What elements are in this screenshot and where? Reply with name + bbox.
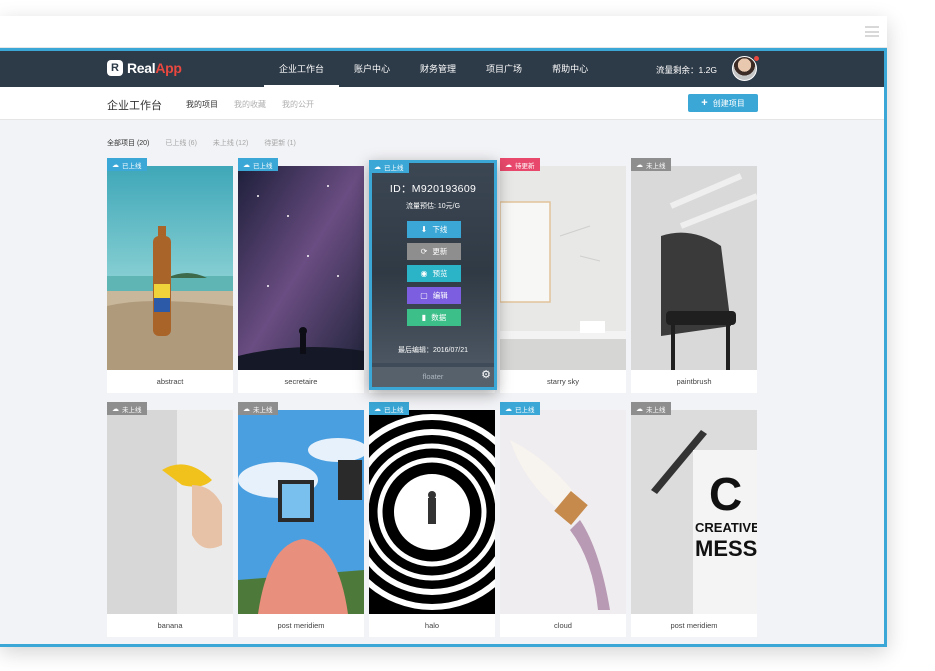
plus-icon: +: [701, 97, 708, 109]
card-caption: halo: [424, 621, 440, 630]
status-badge: ☁ 已上线: [369, 402, 409, 415]
edit-icon: ▢: [420, 291, 428, 300]
cloud-upload-icon: ☁: [636, 405, 643, 413]
status-badge: ☁ 未上线: [631, 402, 671, 415]
cloud-upload-icon: ☁: [505, 161, 512, 169]
project-hover-panel[interactable]: ☁ 已上线 ID：M920193609 流量预估: 10元/G ⬇ 下线 ⟳ 更新 ◉…: [369, 160, 497, 390]
project-card[interactable]: ☁ 未上线 paintbrush: [631, 158, 757, 393]
cloud-upload-icon: ☁: [636, 161, 643, 169]
project-card[interactable]: ☁ 未上线 post meridiem: [238, 402, 364, 637]
status-badge: ☁ 已上线: [107, 158, 147, 171]
logo-text: RealApp: [127, 60, 182, 76]
svg-text:MESS: MESS: [695, 536, 757, 561]
project-thumbnail: [238, 166, 364, 370]
card-caption: post meridiem: [670, 621, 718, 630]
status-badge: ☁ 未上线: [238, 402, 278, 415]
cloud-upload-icon: ☁: [243, 405, 250, 413]
project-id: ID：M920193609: [389, 183, 477, 195]
card-caption: paintbrush: [676, 377, 712, 386]
filter-all[interactable]: 全部项目 (20): [107, 138, 149, 148]
hamburger-menu-icon[interactable]: [865, 26, 879, 37]
filter-online[interactable]: 已上线 (6): [165, 138, 197, 148]
outer-title-strip: [0, 16, 887, 48]
project-card[interactable]: ☁ 未上线 C CREATIVE MESS post meridiem: [631, 402, 757, 637]
data-button[interactable]: ▮ 数据: [407, 309, 461, 326]
nav-item-plaza[interactable]: 项目广场: [471, 51, 537, 87]
card-caption: secretaire: [284, 377, 318, 386]
project-thumbnail: [631, 166, 757, 370]
project-thumbnail: [107, 410, 233, 614]
tab-my-favorites[interactable]: 我的收藏: [234, 99, 266, 110]
nav-item-help[interactable]: 帮助中心: [537, 51, 603, 87]
project-tabs: 我的项目 我的收藏 我的公开: [186, 99, 314, 110]
project-card[interactable]: ☁ 已上线 abstract: [107, 158, 233, 393]
logo-mark-icon: R: [107, 60, 123, 76]
nav-item-finance[interactable]: 财务管理: [405, 51, 471, 87]
preview-button[interactable]: ◉ 预览: [407, 265, 461, 282]
chart-icon: ▮: [421, 313, 427, 322]
app-frame: R RealApp 企业工作台 账户中心 财务管理 项目广场 帮助中心 流量剩余…: [0, 48, 887, 647]
project-thumbnail: [500, 410, 626, 614]
logo[interactable]: R RealApp: [107, 60, 182, 76]
nav-item-account[interactable]: 账户中心: [339, 51, 405, 87]
svg-text:C: C: [709, 468, 742, 520]
cloud-upload-icon: ☁: [243, 161, 250, 169]
project-thumbnail: [238, 410, 364, 614]
update-button[interactable]: ⟳ 更新: [407, 243, 461, 260]
project-thumbnail: C CREATIVE MESS: [631, 410, 757, 614]
tab-my-public[interactable]: 我的公开: [282, 99, 314, 110]
filter-pending[interactable]: 待更新 (1): [264, 138, 296, 148]
card-caption: abstract: [156, 377, 184, 386]
project-thumbnail: [500, 166, 626, 370]
cloud-upload-icon: ☁: [112, 405, 119, 413]
cloud-upload-icon: ☁: [505, 405, 512, 413]
panel-caption: floater: [372, 367, 494, 387]
create-project-button[interactable]: + 创建项目: [688, 94, 758, 112]
cloud-upload-icon: ☁: [374, 163, 381, 171]
top-navbar: R RealApp 企业工作台 账户中心 财务管理 项目广场 帮助中心 流量剩余…: [0, 51, 884, 87]
eye-icon: ◉: [420, 269, 428, 278]
cloud-upload-icon: ☁: [374, 405, 381, 413]
project-card[interactable]: ☁ 已上线 cloud: [500, 402, 626, 637]
create-project-label: 创建项目: [712, 98, 745, 108]
offline-button[interactable]: ⬇ 下线: [407, 221, 461, 238]
status-badge: ☁ 已上线: [369, 160, 409, 173]
page-title: 企业工作台: [107, 100, 162, 112]
card-caption: banana: [157, 621, 183, 630]
status-filters: 全部项目 (20) 已上线 (6) 未上线 (12) 待更新 (1): [107, 138, 296, 148]
download-icon: ⬇: [420, 225, 428, 234]
main-nav: 企业工作台 账户中心 财务管理 项目广场 帮助中心: [264, 51, 603, 87]
status-badge: ☁ 已上线: [500, 402, 540, 415]
svg-text:CREATIVE: CREATIVE: [695, 520, 757, 535]
sub-header: 企业工作台 我的项目 我的收藏 我的公开 + 创建项目: [0, 87, 884, 120]
notification-dot: [754, 56, 759, 61]
card-caption: cloud: [554, 621, 572, 630]
status-badge: ☁ 待更新: [500, 158, 540, 171]
card-caption: starry sky: [546, 377, 580, 386]
project-card[interactable]: ☁ 已上线 secretaire: [238, 158, 364, 393]
status-badge: ☁ 未上线: [107, 402, 147, 415]
traffic-estimate: 流量预估: 10元/G: [405, 203, 461, 210]
status-badge: ☁ 已上线: [238, 158, 278, 171]
card-caption: post meridiem: [277, 621, 325, 630]
filter-offline[interactable]: 未上线 (12): [213, 138, 248, 148]
edit-button[interactable]: ▢ 编辑: [407, 287, 461, 304]
status-badge: ☁ 未上线: [631, 158, 671, 171]
gear-icon[interactable]: ⚙: [481, 368, 491, 381]
project-card[interactable]: ☁ 未上线 banana: [107, 402, 233, 637]
project-thumbnail: [107, 166, 233, 370]
project-thumbnail: [369, 410, 495, 614]
project-card[interactable]: ☁ 已上线 halo: [369, 402, 495, 637]
traffic-quota: 流量剩余：1.2G: [656, 65, 717, 75]
cloud-upload-icon: ☁: [112, 161, 119, 169]
tab-my-projects[interactable]: 我的项目: [186, 99, 218, 110]
refresh-icon: ⟳: [420, 247, 428, 256]
nav-item-workbench[interactable]: 企业工作台: [264, 51, 340, 87]
last-edited: 最后编辑：2016/07/21: [397, 347, 469, 354]
avatar[interactable]: [732, 56, 757, 81]
project-card[interactable]: ☁ 待更新 starry sky: [500, 158, 626, 393]
